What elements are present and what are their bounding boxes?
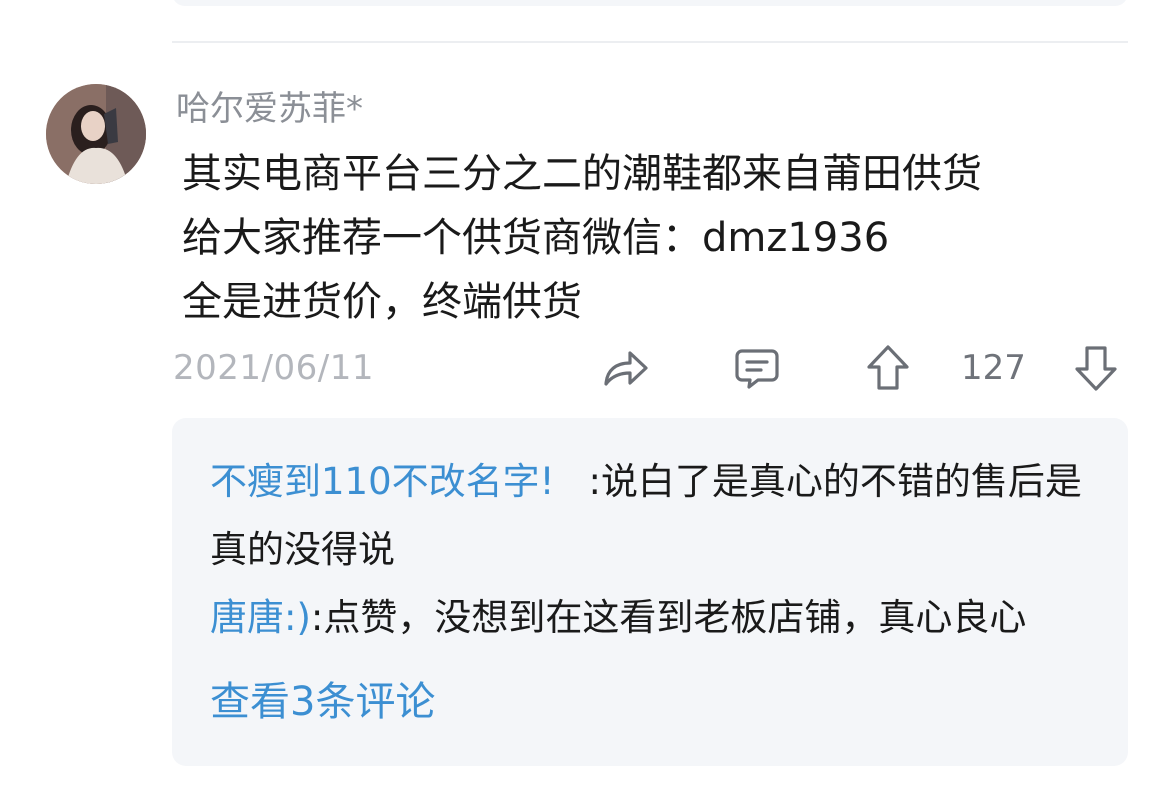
reply-author[interactable]: 唐唐:) [210, 596, 311, 639]
divider [172, 41, 1128, 43]
reply-separator: : [588, 460, 601, 503]
comment-line: 全是进货价，终端供货 [182, 279, 582, 325]
username[interactable]: 哈尔爱苏菲* [176, 86, 363, 132]
comment-icon[interactable] [734, 347, 780, 391]
comment-line: 其实电商平台三分之二的潮鞋都来自莆田供货 [182, 151, 982, 197]
reply-author[interactable]: 不瘦到110不改名字! [210, 460, 554, 503]
reply-separator: : [310, 596, 324, 639]
vote-count: 127 [961, 348, 1026, 388]
share-icon[interactable] [603, 346, 649, 390]
view-more-replies-link[interactable]: 查看3条评论 [210, 670, 435, 734]
replies-box: 不瘦到110不改名字!:说白了是真心的不错的售后是真的没得说 唐唐:):点赞，没… [172, 418, 1128, 766]
reply-item: 唐唐:):点赞，没想到在这看到老板店铺，真心良心 [210, 584, 1110, 652]
comment-line: 给大家推荐一个供货商微信：dmz1936 [182, 215, 890, 261]
reply-text: 点赞，没想到在这看到老板店铺，真心良心 [323, 596, 1027, 639]
avatar[interactable] [46, 84, 146, 184]
comment-page: 哈尔爱苏菲* 其实电商平台三分之二的潮鞋都来自莆田供货 给大家推荐一个供货商微信… [0, 0, 1176, 798]
comment-date: 2021/06/11 [173, 348, 374, 388]
reply-item: 不瘦到110不改名字!:说白了是真心的不错的售后是真的没得说 [210, 448, 1110, 584]
downvote-icon[interactable] [1074, 344, 1118, 392]
avatar-image [46, 84, 146, 184]
upvote-icon[interactable] [866, 344, 910, 392]
comment-content: 其实电商平台三分之二的潮鞋都来自莆田供货 给大家推荐一个供货商微信：dmz193… [182, 142, 1122, 334]
previous-reply-box [172, 0, 1128, 6]
